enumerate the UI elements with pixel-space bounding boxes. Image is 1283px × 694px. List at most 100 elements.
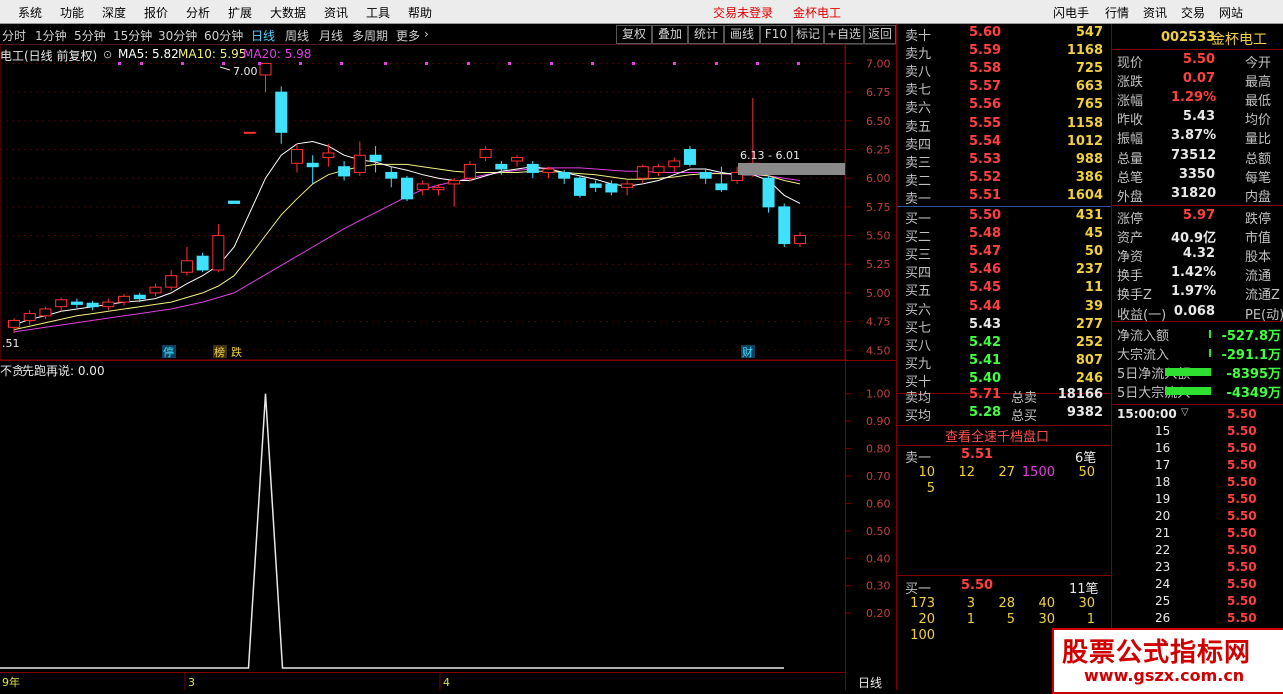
quote-row[interactable]: 外盘 31820 内盘 bbox=[1111, 185, 1283, 205]
quote-row[interactable]: 收益(一) 0.068 PE(动) bbox=[1111, 304, 1283, 323]
ask-level-label: 卖八 bbox=[905, 65, 932, 81]
menu-item-depth[interactable]: 深度 bbox=[102, 4, 126, 21]
back-button[interactable]: 返回 bbox=[864, 25, 896, 44]
indicator-tick-label: 0.70 bbox=[866, 470, 891, 483]
quote-row[interactable]: 涨停 5.97 跌停 bbox=[1111, 208, 1283, 227]
adjust-button[interactable]: 复权 bbox=[616, 25, 652, 44]
menu-right-market[interactable]: 行情 bbox=[1105, 4, 1129, 21]
fund-flow-row[interactable]: 净流入额 -527.8万 bbox=[1111, 325, 1283, 344]
quote-label: 净资 bbox=[1117, 250, 1144, 266]
period-tab-weekly[interactable]: 周线 bbox=[285, 27, 309, 44]
ask-row[interactable]: 卖九 5.59 1168 bbox=[897, 43, 1111, 62]
period-tab-60min[interactable]: 60分钟 bbox=[204, 27, 243, 44]
menu-item-help[interactable]: 帮助 bbox=[408, 4, 432, 21]
candle-body-down bbox=[275, 91, 288, 133]
kline-chart-area[interactable]: 7.00 6.75 6.50 6.25 6.00 5.75 5.50 5.25 5.00 4.75… bbox=[0, 44, 896, 690]
ask-row[interactable]: 卖五 5.55 1158 bbox=[897, 116, 1111, 135]
menu-item-extend[interactable]: 扩展 bbox=[228, 4, 252, 21]
overlay-button[interactable]: 叠加 bbox=[652, 25, 688, 44]
fund-flow-row[interactable]: 大宗流入 -291.1万 bbox=[1111, 344, 1283, 363]
bid-row[interactable]: 买六 5.44 39 bbox=[897, 299, 1111, 318]
period-tab-daily[interactable]: 日线 bbox=[251, 27, 275, 44]
menu-item-tools[interactable]: 工具 bbox=[366, 4, 390, 21]
ask-row[interactable]: 卖十 5.60 547 bbox=[897, 25, 1111, 44]
fund-flow-row[interactable]: 5日大宗流入 -4349万 bbox=[1111, 382, 1283, 401]
candle-body-up bbox=[794, 235, 806, 245]
ask-row[interactable]: 卖三 5.53 988 bbox=[897, 152, 1111, 171]
period-tab-multi[interactable]: 多周期 bbox=[352, 27, 388, 44]
menu-right-site[interactable]: 网站 bbox=[1219, 4, 1243, 21]
candle-body-up bbox=[479, 149, 492, 159]
quote-row[interactable]: 涨跌 0.07 最高 bbox=[1111, 71, 1283, 90]
period-tab-timeshare[interactable]: 分时 bbox=[2, 27, 26, 44]
ask-row[interactable]: 卖二 5.52 386 bbox=[897, 170, 1111, 189]
candle-body-down bbox=[196, 255, 209, 271]
marker-fall-label[interactable]: 跌 bbox=[231, 345, 242, 359]
ma-settings-icon[interactable]: ⊙ bbox=[103, 48, 112, 61]
quote-row[interactable]: 振幅 3.87% 量比 bbox=[1111, 128, 1283, 147]
mark-button[interactable]: 标记 bbox=[792, 25, 824, 44]
period-tab-more[interactable]: 更多 bbox=[396, 27, 420, 44]
bid-row[interactable]: 买三 5.47 50 bbox=[897, 244, 1111, 263]
bid-row[interactable]: 买九 5.41 807 bbox=[897, 353, 1111, 372]
stats-button[interactable]: 统计 bbox=[688, 25, 724, 44]
quote-row[interactable]: 净资 4.32 股本 bbox=[1111, 246, 1283, 266]
candle bbox=[448, 178, 461, 207]
indicator-tick-label: 0.40 bbox=[866, 552, 891, 565]
avg-row[interactable]: 卖均 5.71 总卖 18166 bbox=[897, 387, 1111, 406]
quote-row[interactable]: 总笔 3350 每笔 bbox=[1111, 166, 1283, 186]
fund-flow-row[interactable]: 5日净流入额 -8395万 bbox=[1111, 363, 1283, 382]
view-all-depth-link[interactable]: 查看全速千档盘口 bbox=[945, 426, 1049, 445]
ask-volume: 663 bbox=[1075, 79, 1103, 95]
draw-button[interactable]: 画线 bbox=[724, 25, 760, 44]
ask-row[interactable]: 卖八 5.58 725 bbox=[897, 61, 1111, 81]
menu-item-quote[interactable]: 报价 bbox=[144, 4, 168, 21]
menu-item-analysis[interactable]: 分析 bbox=[186, 4, 210, 21]
bid-row[interactable]: 买二 5.48 45 bbox=[897, 226, 1111, 245]
quote-row[interactable]: 总量 73512 总额 bbox=[1111, 148, 1283, 167]
bid-row[interactable]: 买四 5.46 237 bbox=[897, 262, 1111, 281]
ask-row[interactable]: 卖七 5.57 663 bbox=[897, 79, 1111, 98]
quote-row[interactable]: 涨幅 1.29% 最低 bbox=[1111, 90, 1283, 109]
menu-right-news[interactable]: 资讯 bbox=[1143, 4, 1167, 21]
quote-row[interactable]: 现价 5.50 今开 bbox=[1111, 52, 1283, 71]
bid-row[interactable]: 买一 5.50 431 bbox=[897, 208, 1111, 227]
candle bbox=[306, 155, 319, 184]
period-tab-5min[interactable]: 5分钟 bbox=[74, 27, 106, 44]
quote-label-right: 内盘 bbox=[1245, 189, 1272, 205]
chevron-right-icon[interactable]: › bbox=[424, 27, 429, 41]
quote-row[interactable]: 换手 1.42% 流通 bbox=[1111, 265, 1283, 284]
quote-value: 31820 bbox=[1171, 185, 1217, 201]
price-tick-label: 6.75 bbox=[866, 86, 891, 99]
bid-row[interactable]: 买五 5.45 11 bbox=[897, 280, 1111, 299]
filter-icon[interactable]: ▽ bbox=[1181, 407, 1189, 418]
candle-body-up bbox=[463, 163, 476, 179]
quote-row[interactable]: 资产 40.9亿 市值 bbox=[1111, 227, 1283, 246]
quote-row[interactable]: 昨收 5.43 均价 bbox=[1111, 109, 1283, 128]
f10-button[interactable]: F10 bbox=[760, 25, 792, 44]
menu-item-news[interactable]: 资讯 bbox=[324, 4, 348, 21]
period-tab-monthly[interactable]: 月线 bbox=[319, 27, 343, 44]
menu-item-system[interactable]: 系统 bbox=[18, 4, 42, 21]
quote-value: 3350 bbox=[1178, 166, 1215, 182]
avg-row[interactable]: 买均 5.28 总买 9382 bbox=[897, 405, 1111, 424]
menu-right-flash[interactable]: 闪电手 bbox=[1053, 4, 1089, 21]
menu-right-trade[interactable]: 交易 bbox=[1181, 4, 1205, 21]
period-tab-1min[interactable]: 1分钟 bbox=[35, 27, 67, 44]
period-tab-30min[interactable]: 30分钟 bbox=[158, 27, 197, 44]
add-watchlist-button[interactable]: +自选 bbox=[824, 25, 864, 44]
period-tab-15min[interactable]: 15分钟 bbox=[113, 27, 152, 44]
ask-volume: 547 bbox=[1075, 25, 1103, 40]
ask-row[interactable]: 卖四 5.54 1012 bbox=[897, 134, 1111, 153]
ask-row[interactable]: 卖六 5.56 765 bbox=[897, 97, 1111, 116]
trade-login-status[interactable]: 交易未登录 bbox=[713, 4, 773, 21]
quote-row[interactable]: 换手Z 1.97% 流通Z bbox=[1111, 284, 1283, 303]
event-dot bbox=[118, 62, 121, 65]
candle bbox=[180, 247, 193, 276]
menu-item-bigdata[interactable]: 大数据 bbox=[270, 4, 306, 21]
ask-row[interactable]: 卖一 5.51 1604 bbox=[897, 188, 1111, 207]
bid-row[interactable]: 买八 5.42 252 bbox=[897, 335, 1111, 354]
quote-value: 0.07 bbox=[1182, 71, 1215, 87]
menu-item-function[interactable]: 功能 bbox=[60, 4, 84, 21]
bid-row[interactable]: 买七 5.43 277 bbox=[897, 317, 1111, 336]
